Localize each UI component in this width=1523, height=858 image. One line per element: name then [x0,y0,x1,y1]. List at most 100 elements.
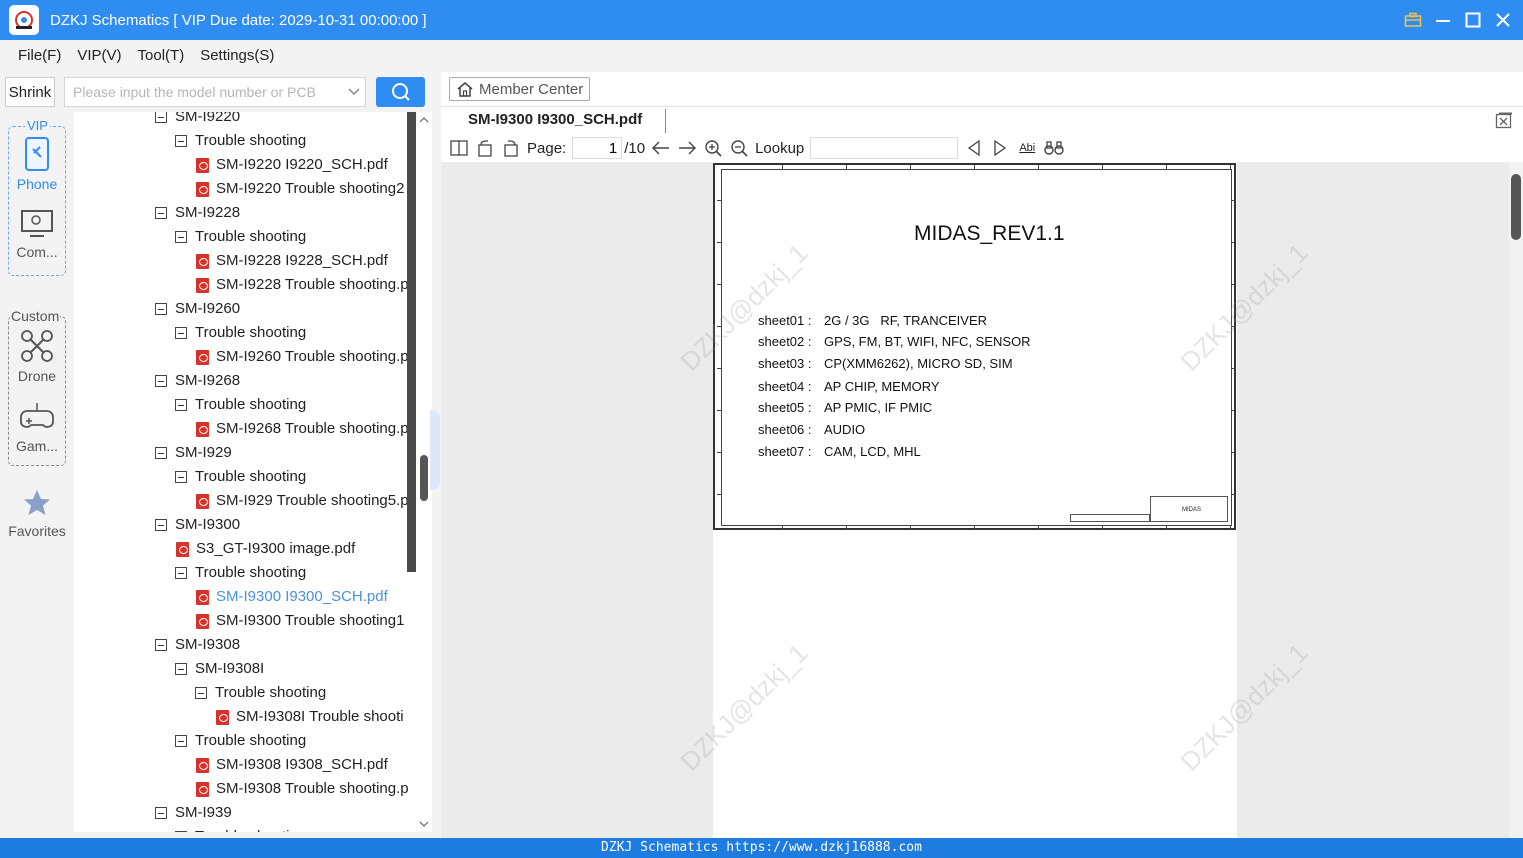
tree-file-item[interactable]: SM-I9228 I9228_SCH.pdf [196,249,388,273]
tree-file-item[interactable]: SM-I9220 I9220_SCH.pdf [196,153,388,177]
collapse-toggle-icon[interactable] [155,519,167,531]
rotate-right-icon[interactable] [501,138,521,158]
tree-item-label: SM-I9308I Trouble shooti [236,708,404,725]
close-tabs-icon[interactable] [1495,111,1513,129]
tree-folder-item[interactable]: Trouble shooting [175,225,306,249]
tree-file-item[interactable]: SM-I9228 Trouble shooting.p [196,273,409,297]
viewer-scroll-thumb[interactable] [1511,174,1521,240]
menu-settings[interactable]: Settings(S) [192,40,282,72]
briefcase-icon[interactable] [1403,10,1423,30]
tree-folder-item[interactable]: SM-I9308 [155,633,240,657]
tree-item-label: SM-I9300 I9300_SCH.pdf [216,588,388,605]
tree-folder-item[interactable]: SM-I929 [155,441,232,465]
page-viewer[interactable]: MIDAS_REV1.1 sheet01 : 2G / 3G RF, TRANCE… [441,162,1523,838]
category-drone[interactable]: Drone [8,329,66,384]
tree-folder-item[interactable]: Trouble shooting [175,825,306,832]
tree-file-item[interactable]: SM-I9268 Trouble shooting.p [196,417,409,441]
close-button[interactable] [1493,10,1513,30]
collapse-toggle-icon[interactable] [175,735,187,747]
prev-page-icon[interactable] [651,138,671,158]
viewer-scrollbar[interactable] [1509,162,1523,838]
tree-file-item[interactable]: S3_GT-I9300 image.pdf [176,537,355,561]
tree-folder-item[interactable]: SM-I9308I [175,657,264,681]
search-button[interactable] [376,77,425,107]
tree-folder-item[interactable]: SM-I9260 [155,297,240,321]
sheet-description: GPS, FM, BT, WIFI, NFC, SENSOR [824,334,1031,349]
tree-folder-item[interactable]: SM-I939 [155,801,232,825]
tree-folder-item[interactable]: Trouble shooting [175,321,306,345]
collapse-toggle-icon[interactable] [175,663,187,675]
collapse-toggle-icon[interactable] [175,231,187,243]
category-game-label: Gam... [15,438,58,454]
tree-folder-item[interactable]: SM-I9300 [155,513,240,537]
menu-vip[interactable]: VIP(V) [69,40,129,72]
category-game[interactable]: Gam... [8,401,66,454]
favorites-button[interactable]: Favorites [8,488,66,539]
member-center-button[interactable]: Member Center [449,77,591,101]
tree-folder-item[interactable]: Trouble shooting [175,129,306,153]
collapse-toggle-icon[interactable] [155,112,167,123]
zoom-in-icon[interactable] [703,138,723,158]
minimize-button[interactable] [1433,10,1453,30]
category-computer[interactable]: Com... [8,209,66,260]
collapse-toggle-icon[interactable] [155,375,167,387]
page-number-input[interactable] [572,137,623,159]
collapse-toggle-icon[interactable] [195,687,207,699]
find-prev-icon[interactable] [964,138,984,158]
shrink-button[interactable]: Shrink [5,77,55,107]
tree-file-item[interactable]: SM-I929 Trouble shooting5.p [196,489,409,513]
tree-file-item[interactable]: SM-I9260 Trouble shooting.p [196,345,409,369]
tree-scroll-thumb[interactable] [420,455,428,501]
tree-file-item[interactable]: SM-I9300 I9300_SCH.pdf [196,585,388,609]
tree-folder-item[interactable]: Trouble shooting [175,729,306,753]
search-input[interactable] [73,84,343,100]
tree-folder-item[interactable]: Trouble shooting [175,465,306,489]
collapse-toggle-icon[interactable] [155,303,167,315]
category-phone[interactable]: Phone [8,137,66,192]
tree-folder-item[interactable]: Trouble shooting [175,393,306,417]
collapse-toggle-icon[interactable] [155,639,167,651]
zoom-out-icon[interactable] [729,138,749,158]
border-tick [910,165,911,169]
tree-item-label: Trouble shooting [195,132,307,149]
panel-splitter[interactable] [430,410,440,490]
collapse-toggle-icon[interactable] [175,567,187,579]
collapse-toggle-icon[interactable] [155,447,167,459]
sheet-number: sheet06 : [758,422,812,437]
tree-file-item[interactable]: SM-I9220 Trouble shooting2 [196,177,404,201]
tree-folder-item[interactable]: Trouble shooting [195,681,326,705]
menu-file[interactable]: File(F) [10,40,69,72]
next-page-icon[interactable] [677,138,697,158]
border-tick [1230,165,1231,169]
collapse-toggle-icon[interactable] [175,831,187,832]
match-case-icon[interactable]: Abi [1016,138,1038,158]
chevron-down-icon[interactable] [343,88,365,96]
tree-item-label: SM-I9228 Trouble shooting.p [216,276,409,293]
collapse-toggle-icon[interactable] [175,135,187,147]
border-tick [974,165,975,169]
sheet-index-line: sheet07 : CAM, LCD, MHL [758,444,921,459]
collapse-toggle-icon[interactable] [175,471,187,483]
tree-file-item[interactable]: SM-I9308I Trouble shooti [216,705,404,729]
tree-file-item[interactable]: SM-I9308 Trouble shooting.p [196,777,409,801]
two-page-icon[interactable] [449,138,469,158]
find-next-icon[interactable] [990,138,1010,158]
tree-folder-item[interactable]: SM-I9268 [155,369,240,393]
tab-document[interactable]: SM-I9300 I9300_SCH.pdf [468,111,642,128]
menu-tool[interactable]: Tool(T) [130,40,193,72]
tree-folder-item[interactable]: Trouble shooting [175,561,306,585]
lookup-input[interactable] [810,137,959,159]
collapse-toggle-icon[interactable] [175,399,187,411]
collapse-toggle-icon[interactable] [155,807,167,819]
collapse-toggle-icon[interactable] [155,207,167,219]
tree-file-item[interactable]: SM-I9308 I9308_SCH.pdf [196,753,388,777]
tree-file-item[interactable]: SM-I9300 Trouble shooting1 [196,609,404,633]
border-tick [717,242,721,243]
maximize-button[interactable] [1463,10,1483,30]
binoculars-icon[interactable] [1044,138,1064,158]
rotate-left-icon[interactable] [475,138,495,158]
collapse-toggle-icon[interactable] [175,327,187,339]
border-tick [1102,165,1103,169]
tree-folder-item[interactable]: SM-I9228 [155,201,240,225]
tree-folder-item[interactable]: SM-I9220 [155,112,240,129]
